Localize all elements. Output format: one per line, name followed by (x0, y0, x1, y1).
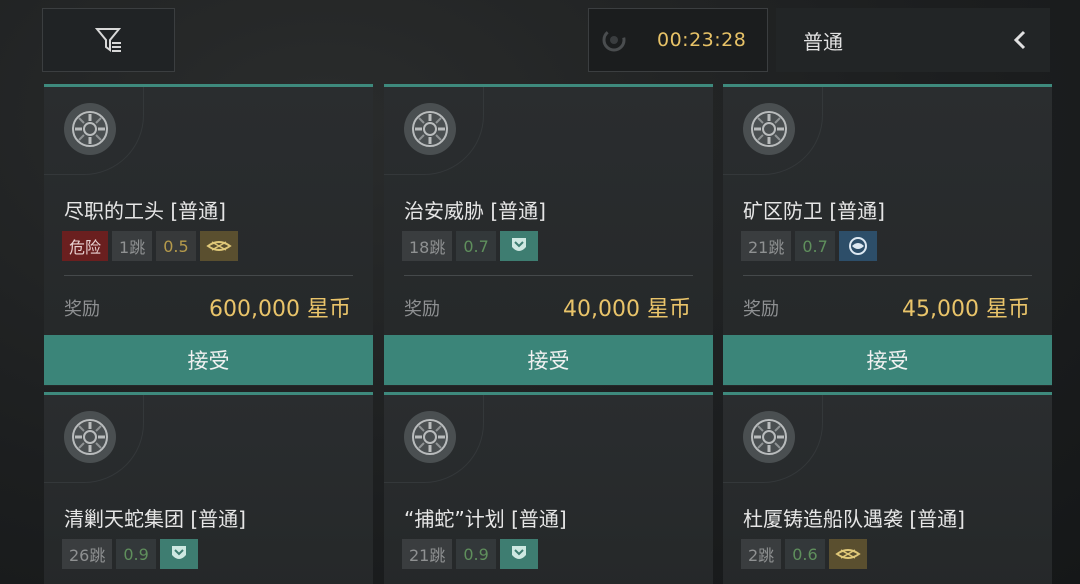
filter-button[interactable] (42, 8, 175, 72)
refresh-icon (599, 25, 629, 55)
reward-label: 奖励 (404, 299, 440, 320)
divider (404, 275, 693, 276)
teal-shield-icon (159, 539, 198, 569)
mission-tags: 21跳 0.7 (741, 231, 877, 261)
mission-title: 尽职的工头 [普通] (64, 199, 226, 223)
filter-icon (94, 28, 121, 52)
mission-card[interactable]: 清剿天蛇集团 [普通] 26跳 0.9 (44, 392, 373, 584)
reward-label: 奖励 (64, 299, 100, 320)
mission-type-icon (743, 411, 795, 463)
mode-label: 普通 (803, 29, 843, 54)
security-tag: 0.6 (785, 539, 825, 569)
mission-card[interactable]: “捕蛇”计划 [普通] 21跳 0.9 (384, 392, 713, 584)
blue-eye-icon (838, 231, 877, 261)
mission-title: 清剿天蛇集团 [普通] (64, 507, 246, 531)
reward-value: 40,000 星币 (563, 297, 691, 322)
mission-type-icon (64, 411, 116, 463)
mission-title: “捕蛇”计划 [普通] (404, 507, 567, 531)
jump-tag: 21跳 (402, 539, 453, 569)
accept-button[interactable]: 接受 (44, 335, 373, 385)
mission-type-icon (404, 411, 456, 463)
mission-tags: 21跳 0.9 (402, 539, 538, 569)
jump-tag: 1跳 (112, 231, 153, 261)
divider (743, 275, 1032, 276)
security-tag: 0.7 (795, 231, 835, 261)
gold-ship-icon (828, 539, 867, 569)
mode-dropdown[interactable]: 普通 (776, 8, 1050, 72)
security-tag: 0.5 (156, 231, 196, 261)
mission-card[interactable]: 尽职的工头 [普通] 危险 1跳 0.5 奖励 600,000 星币 接受 (44, 84, 373, 386)
jump-tag: 2跳 (741, 539, 782, 569)
jump-tag: 26跳 (62, 539, 113, 569)
divider (64, 275, 353, 276)
security-tag: 0.9 (116, 539, 156, 569)
mission-title: 杜厦铸造船队遇袭 [普通] (743, 507, 965, 531)
teal-shield-icon (499, 231, 538, 261)
refresh-timer[interactable]: 00:23:28 (588, 8, 768, 72)
mission-tags: 18跳 0.7 (402, 231, 538, 261)
teal-shield-icon (499, 539, 538, 569)
chevron-left-icon (1013, 30, 1026, 50)
mission-card[interactable]: 矿区防卫 [普通] 21跳 0.7 奖励 45,000 星币 接受 (723, 84, 1052, 386)
accept-button[interactable]: 接受 (723, 335, 1052, 385)
danger-tag: 危险 (62, 231, 109, 261)
mission-card[interactable]: 治安威胁 [普通] 18跳 0.7 奖励 40,000 星币 接受 (384, 84, 713, 386)
reward-value: 45,000 星币 (902, 297, 1030, 322)
jump-tag: 21跳 (741, 231, 792, 261)
reward-value: 600,000 星币 (209, 297, 351, 322)
security-tag: 0.9 (456, 539, 496, 569)
security-tag: 0.7 (456, 231, 496, 261)
mission-type-icon (64, 103, 116, 155)
jump-tag: 18跳 (402, 231, 453, 261)
mission-tags: 危险 1跳 0.5 (62, 231, 238, 261)
accept-button[interactable]: 接受 (384, 335, 713, 385)
mission-card[interactable]: 杜厦铸造船队遇袭 [普通] 2跳 0.6 (723, 392, 1052, 584)
reward-label: 奖励 (743, 299, 779, 320)
mission-title: 矿区防卫 [普通] (743, 199, 885, 223)
mission-tags: 2跳 0.6 (741, 539, 867, 569)
mission-tags: 26跳 0.9 (62, 539, 198, 569)
gold-ship-icon (199, 231, 238, 261)
mission-type-icon (404, 103, 456, 155)
timer-text: 00:23:28 (657, 29, 747, 51)
mission-title: 治安威胁 [普通] (404, 199, 546, 223)
mission-type-icon (743, 103, 795, 155)
